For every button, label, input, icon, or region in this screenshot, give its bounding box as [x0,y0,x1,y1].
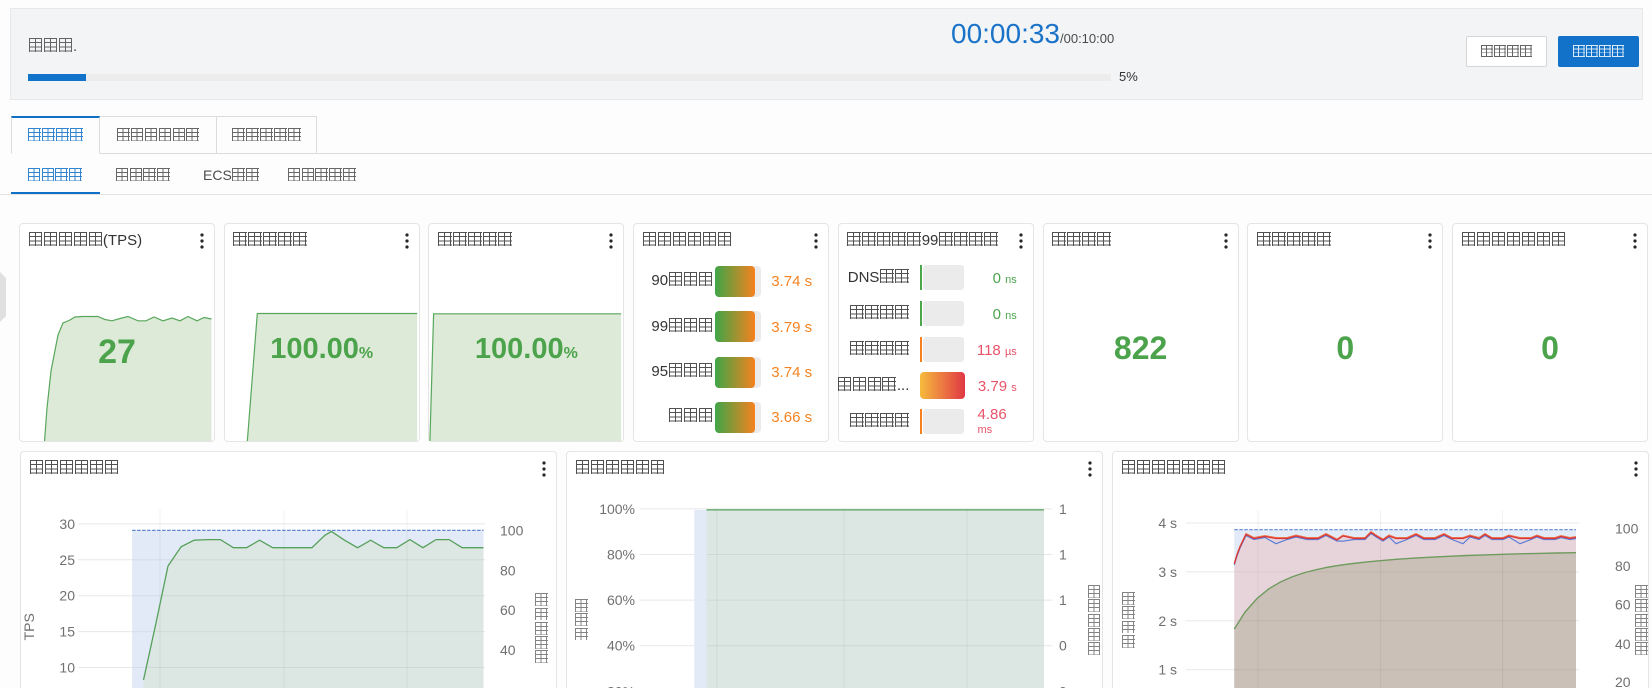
svg-text:40%: 40% [607,638,635,654]
svg-text:80: 80 [500,562,516,578]
svg-text:100: 100 [500,522,524,538]
svg-text:2 s: 2 s [1158,613,1177,629]
svg-text:80: 80 [1615,558,1631,574]
svg-text:25: 25 [59,552,75,568]
svg-text:20%: 20% [607,683,635,688]
svg-text:10: 10 [59,660,75,676]
svg-text:1: 1 [1059,592,1067,608]
svg-text:3 s: 3 s [1158,564,1177,580]
svg-text:0: 0 [1059,683,1067,688]
svg-text:0: 0 [1059,638,1067,654]
svg-text:100%: 100% [599,501,635,517]
svg-text:4 s: 4 s [1158,515,1177,531]
svg-text:30: 30 [59,516,75,532]
svg-text:TPS: TPS [21,613,37,640]
svg-text:1: 1 [1059,501,1067,517]
svg-text:20: 20 [59,588,75,604]
svg-text:1 s: 1 s [1158,662,1177,678]
svg-text:15: 15 [59,624,75,640]
svg-text:60: 60 [1615,596,1631,612]
svg-text:20: 20 [1615,674,1631,688]
svg-text:60: 60 [500,602,516,618]
svg-text:40: 40 [500,642,516,658]
svg-text:80%: 80% [607,547,635,563]
svg-text:40: 40 [1615,636,1631,652]
svg-text:1: 1 [1059,547,1067,563]
svg-text:60%: 60% [607,592,635,608]
svg-text:100: 100 [1615,520,1639,536]
